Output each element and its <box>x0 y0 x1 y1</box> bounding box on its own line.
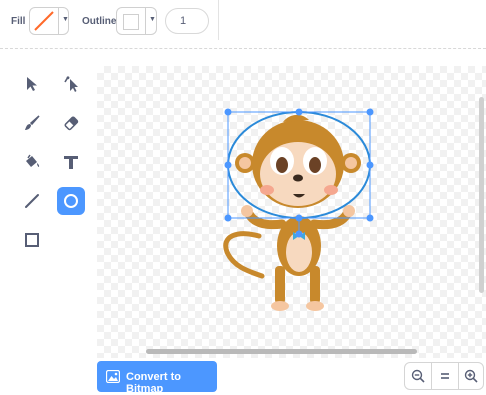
eraser-icon <box>64 116 79 131</box>
circle-tool[interactable] <box>57 187 85 215</box>
zoom-reset-button[interactable] <box>431 363 459 389</box>
caret-down-icon: ▼ <box>149 16 156 23</box>
text-tool[interactable] <box>57 148 85 176</box>
text-icon <box>64 156 78 169</box>
horizontal-scrollbar[interactable] <box>146 349 417 354</box>
zoom-out-button[interactable] <box>405 363 431 389</box>
outline-dropdown-caret[interactable]: ▼ <box>145 8 158 34</box>
square-icon <box>25 233 39 247</box>
line-icon <box>25 194 39 208</box>
circle-icon <box>64 194 78 208</box>
fill-swatch-none-icon <box>32 10 56 32</box>
paint-canvas[interactable] <box>97 66 486 358</box>
fill-label: Fill <box>11 16 26 27</box>
stroke-width-input[interactable]: 1 <box>165 8 209 34</box>
caret-down-icon: ▼ <box>62 16 69 23</box>
reshape-tool[interactable] <box>57 70 85 98</box>
line-tool[interactable] <box>18 187 46 215</box>
rectangle-tool[interactable] <box>18 226 46 254</box>
brush-icon <box>25 115 40 130</box>
fill-color-button[interactable]: ▼ <box>29 7 69 35</box>
toolbar-separator <box>0 48 486 49</box>
fill-tool[interactable] <box>18 148 46 176</box>
convert-to-bitmap-label: Convert to Bitmap <box>126 371 181 395</box>
zoom-in-icon <box>464 369 478 383</box>
bucket-icon <box>26 154 40 167</box>
eraser-tool[interactable] <box>57 109 85 137</box>
monkey-sprite[interactable] <box>97 66 486 358</box>
outline-label: Outline <box>82 16 117 27</box>
fill-dropdown-caret[interactable]: ▼ <box>58 8 71 34</box>
select-tool[interactable] <box>18 70 46 98</box>
toolbar-divider <box>218 0 219 40</box>
vertical-scrollbar[interactable] <box>479 97 484 293</box>
paint-toolbar: Fill ▼ Outline ▼ 1 <box>0 0 486 48</box>
equals-icon <box>441 373 449 379</box>
outline-color-button[interactable]: ▼ <box>116 7 157 35</box>
brush-tool[interactable] <box>18 109 46 137</box>
convert-to-bitmap-button[interactable]: Convert to Bitmap <box>97 361 217 395</box>
zoom-controls <box>404 362 484 390</box>
zoom-out-icon <box>411 369 425 383</box>
arrow-icon <box>27 77 37 91</box>
reshape-icon <box>64 76 78 92</box>
zoom-in-button[interactable] <box>458 363 484 389</box>
outline-swatch <box>123 14 139 30</box>
image-icon <box>106 370 120 383</box>
